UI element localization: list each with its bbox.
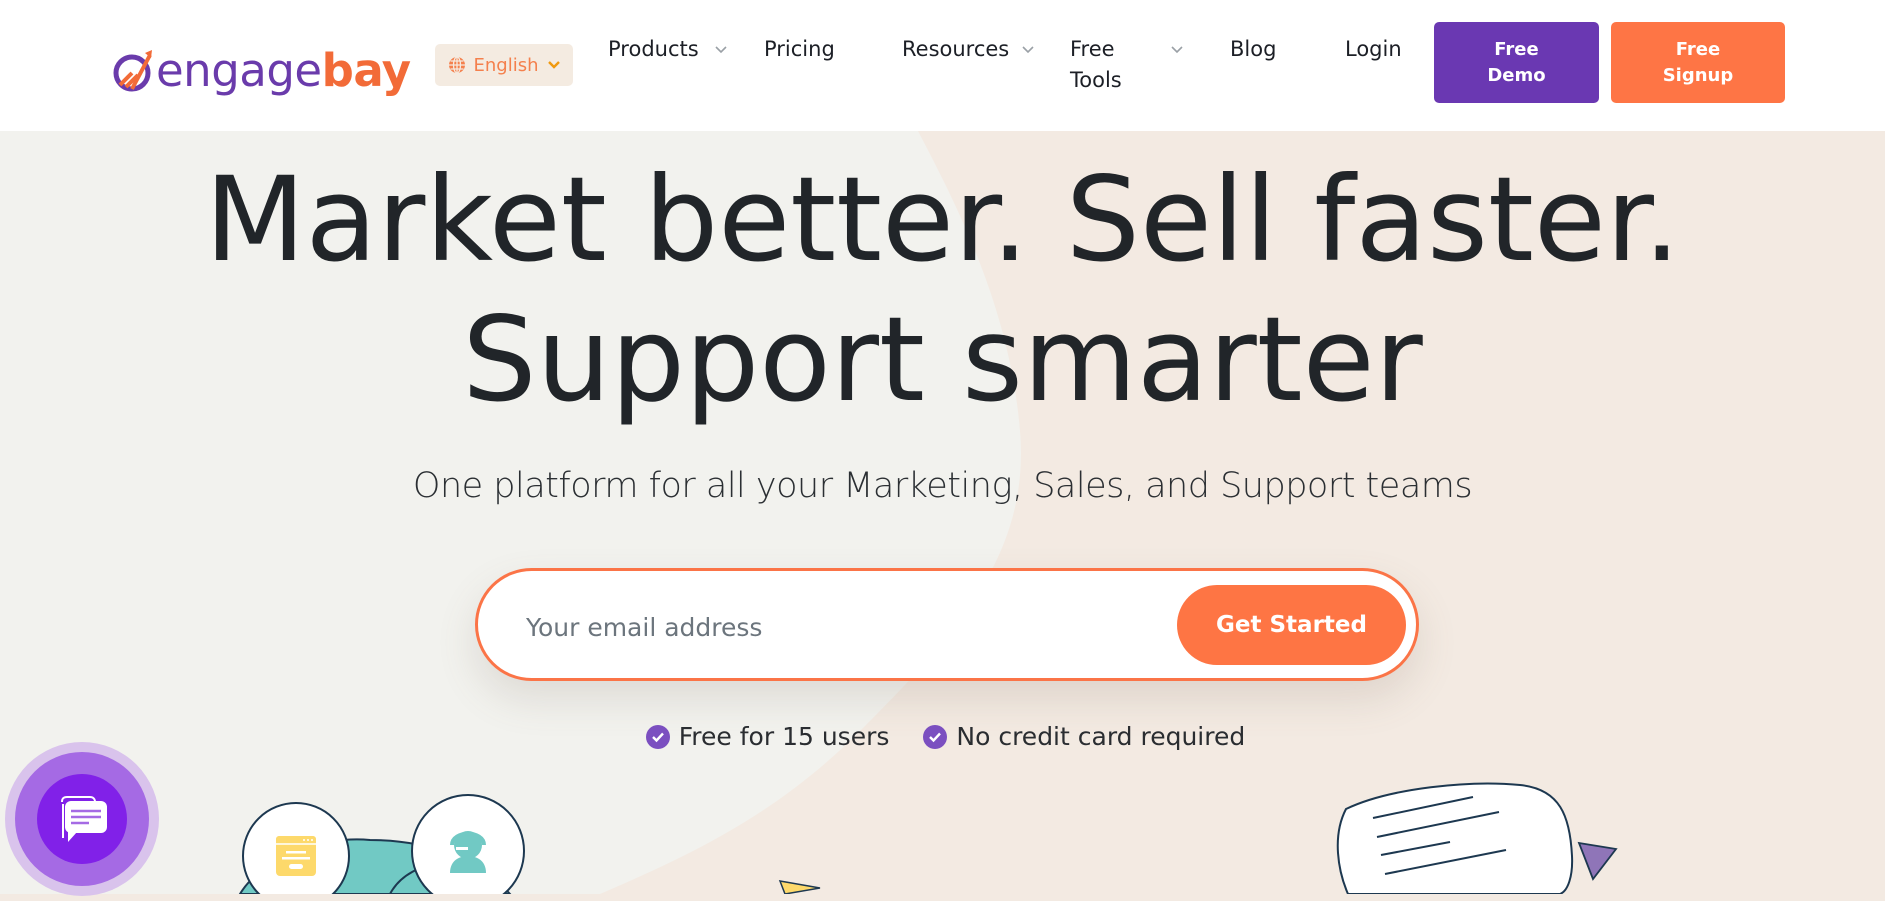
globe-icon <box>448 56 465 74</box>
free-demo-button[interactable]: Free Demo <box>1434 22 1599 103</box>
language-selector[interactable]: English <box>435 44 573 86</box>
email-input[interactable] <box>524 596 1168 658</box>
nav-blog-label: Blog <box>1230 37 1277 61</box>
nav-resources[interactable]: Resources <box>902 34 1035 65</box>
form-window-icon <box>276 836 316 876</box>
nav-resources-label: Resources <box>902 37 1010 61</box>
nav-blog[interactable]: Blog <box>1230 34 1276 65</box>
nav-products[interactable]: Products <box>608 34 728 65</box>
check-circle-icon <box>645 724 670 749</box>
engagebay-logo[interactable]: engagebay <box>112 40 411 100</box>
perk-item: Free for 15 users <box>645 722 890 751</box>
nav-products-label: Products <box>608 37 699 61</box>
nav-free-tools[interactable]: Free Tools <box>1070 34 1184 96</box>
chat-widget-button[interactable] <box>5 742 160 897</box>
free-signup-label: Free Signup <box>1662 38 1734 86</box>
perk-item: No credit card required <box>923 722 1245 751</box>
hero-title-line1: Market better. Sell faster. <box>204 151 1681 288</box>
purple-triangle-shape <box>1577 841 1618 881</box>
perk-label: No credit card required <box>956 722 1246 751</box>
logo-mark-icon <box>113 50 152 92</box>
chevron-down-icon <box>547 61 560 69</box>
nav-login-label: Login <box>1345 37 1402 61</box>
hero-title: Market better. Sell faster. Support smar… <box>0 150 1885 430</box>
chevron-down-icon <box>715 46 727 54</box>
chevron-down-icon <box>1171 46 1183 54</box>
free-demo-label: Free Demo <box>1487 38 1546 86</box>
chat-bubble-icon <box>5 742 159 896</box>
illustration-left <box>238 794 525 894</box>
perks-list: Free for 15 users No credit card require… <box>0 722 1885 751</box>
perk-label: Free for 15 users <box>678 722 890 751</box>
get-started-button[interactable]: Get Started <box>1177 585 1406 665</box>
logo-wordmark: engagebay <box>156 43 411 97</box>
language-label: English <box>473 54 539 76</box>
nav-free-tools-label: Free Tools <box>1070 37 1122 92</box>
nav-pricing-label: Pricing <box>764 37 835 61</box>
hero-title-line2: Support smarter <box>462 291 1423 428</box>
check-circle-icon <box>923 724 948 749</box>
site-header: engagebay English Products Pricing Resou… <box>0 0 1885 131</box>
chevron-down-icon <box>1022 46 1034 54</box>
hero-subtitle: One platform for all your Marketing, Sal… <box>412 466 1473 506</box>
illustration-right <box>1336 782 1618 894</box>
free-signup-button[interactable]: Free Signup <box>1611 22 1785 103</box>
nav-login[interactable]: Login <box>1345 34 1402 65</box>
yellow-triangle-shape <box>778 880 821 894</box>
nav-pricing[interactable]: Pricing <box>764 34 835 65</box>
email-signup-form: Get Started <box>475 568 1419 681</box>
